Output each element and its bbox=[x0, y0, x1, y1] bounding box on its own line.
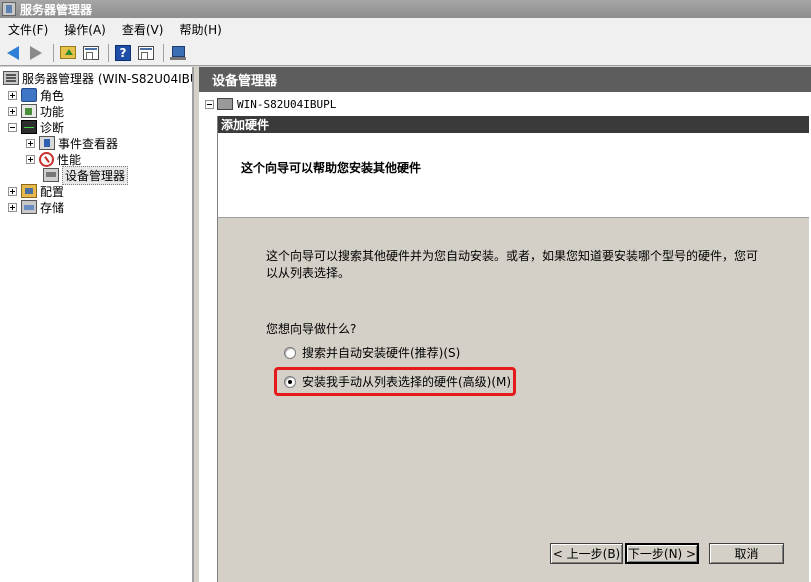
console-tree: 服务器管理器 (WIN-S82U04IBUP 角色 功能 诊断 事件查看器 性能… bbox=[0, 67, 194, 582]
tree-item-configuration[interactable]: 配置 bbox=[8, 183, 64, 199]
help-button[interactable]: ? bbox=[113, 43, 133, 63]
event-viewer-icon bbox=[39, 136, 55, 150]
wizard-body: 这个向导可以搜索其他硬件并为您自动安装。或者，如果您知道要安装哪个型号的硬件，您… bbox=[218, 218, 809, 582]
tree-label: 设备管理器 bbox=[62, 165, 129, 185]
back-button[interactable] bbox=[3, 43, 23, 63]
title-bar: 服务器管理器 bbox=[0, 0, 811, 18]
wizard-heading: 这个向导可以帮助您安装其他硬件 bbox=[241, 161, 422, 175]
menu-action[interactable]: 操作(A) bbox=[58, 21, 112, 38]
roles-icon bbox=[21, 88, 37, 102]
configuration-icon bbox=[21, 184, 37, 198]
toolbar: ? bbox=[0, 40, 811, 66]
tree-label: 配置 bbox=[40, 184, 65, 199]
expand-icon[interactable] bbox=[26, 154, 35, 164]
tree-label: 诊断 bbox=[40, 120, 65, 135]
computer-name: WIN-S82U04IBUPL bbox=[237, 97, 337, 111]
option-auto-search[interactable]: 搜索并自动安装硬件(推荐)(S) bbox=[284, 344, 460, 361]
device-tree-computer-node[interactable]: WIN-S82U04IBUPL bbox=[205, 97, 336, 111]
show-hide-console-tree-button[interactable] bbox=[81, 43, 101, 63]
storage-icon bbox=[21, 200, 37, 214]
wizard-title-bar: 添加硬件 bbox=[218, 116, 809, 133]
tree-item-server-manager[interactable]: 服务器管理器 (WIN-S82U04IBUP bbox=[3, 70, 194, 86]
diagnostics-icon bbox=[21, 120, 37, 134]
collapse-icon[interactable] bbox=[205, 99, 214, 109]
tree-item-storage[interactable]: 存储 bbox=[8, 199, 64, 215]
toolbar-separator bbox=[53, 43, 54, 62]
option-label: 搜索并自动安装硬件(推荐)(S) bbox=[302, 346, 461, 360]
back-button[interactable]: < 上一步(B) bbox=[550, 543, 623, 564]
wizard-question: 您想向导做什么? bbox=[266, 322, 357, 336]
option-manual-install[interactable]: 安装我手动从列表选择的硬件(高级)(M) bbox=[284, 373, 511, 390]
tree-item-features[interactable]: 功能 bbox=[8, 103, 64, 119]
up-one-level-button[interactable] bbox=[58, 43, 78, 63]
device-manager-icon bbox=[43, 168, 59, 182]
wizard-title: 添加硬件 bbox=[221, 118, 270, 132]
expand-icon[interactable] bbox=[8, 202, 17, 212]
collapse-icon[interactable] bbox=[8, 122, 17, 132]
tree-label: 服务器管理器 (WIN-S82U04IBUP bbox=[22, 71, 194, 86]
tree-item-diagnostics[interactable]: 诊断 bbox=[8, 119, 64, 135]
menu-help[interactable]: 帮助(H) bbox=[173, 21, 227, 38]
tree-item-device-manager[interactable]: 设备管理器 bbox=[43, 165, 129, 185]
expand-icon[interactable] bbox=[8, 90, 17, 100]
tree-item-event-viewer[interactable]: 事件查看器 bbox=[26, 135, 118, 151]
wizard-header: 这个向导可以帮助您安装其他硬件 bbox=[218, 133, 809, 218]
tree-label: 事件查看器 bbox=[58, 136, 119, 151]
expand-icon[interactable] bbox=[26, 138, 35, 148]
forward-arrow-icon bbox=[30, 45, 42, 60]
forward-button[interactable] bbox=[26, 43, 46, 63]
folder-up-icon bbox=[60, 46, 76, 59]
tree-item-roles[interactable]: 角色 bbox=[8, 87, 64, 103]
option-label: 安装我手动从列表选择的硬件(高级)(M) bbox=[302, 375, 512, 389]
cancel-button[interactable]: 取消 bbox=[709, 543, 784, 564]
window-title: 服务器管理器 bbox=[20, 2, 93, 17]
next-button[interactable]: 下一步(N) > bbox=[625, 543, 699, 564]
performance-icon bbox=[39, 151, 54, 167]
features-icon bbox=[21, 104, 37, 118]
expand-icon[interactable] bbox=[8, 186, 17, 196]
scan-hardware-icon bbox=[170, 45, 186, 61]
menu-view[interactable]: 查看(V) bbox=[116, 21, 170, 38]
server-manager-icon bbox=[2, 2, 16, 16]
tree-label: 存储 bbox=[40, 200, 65, 215]
auto-search-radio[interactable] bbox=[284, 346, 296, 359]
action-pane-icon bbox=[138, 45, 154, 60]
computer-icon bbox=[217, 98, 233, 110]
wizard-description: 这个向导可以搜索其他硬件并为您自动安装。或者，如果您知道要安装哪个型号的硬件，您… bbox=[266, 249, 759, 280]
scan-hardware-button[interactable] bbox=[168, 43, 188, 63]
manual-install-radio[interactable] bbox=[284, 375, 296, 388]
menu-file[interactable]: 文件(F) bbox=[2, 21, 54, 38]
server-icon bbox=[3, 71, 19, 85]
add-hardware-wizard: 添加硬件 这个向导可以帮助您安装其他硬件 这个向导可以搜索其他硬件并为您自动安装… bbox=[217, 116, 809, 582]
back-arrow-icon bbox=[7, 45, 19, 60]
help-icon: ? bbox=[115, 44, 131, 61]
tree-label: 角色 bbox=[40, 88, 65, 103]
menu-bar: 文件(F) 操作(A) 查看(V) 帮助(H) bbox=[0, 18, 811, 40]
show-hide-action-pane-button[interactable] bbox=[136, 43, 156, 63]
toolbar-separator bbox=[163, 43, 164, 62]
expand-icon[interactable] bbox=[8, 106, 17, 116]
pane-header: 设备管理器 bbox=[199, 67, 811, 94]
tree-label: 功能 bbox=[40, 104, 65, 119]
console-tree-icon bbox=[83, 45, 99, 60]
toolbar-separator bbox=[108, 43, 109, 62]
